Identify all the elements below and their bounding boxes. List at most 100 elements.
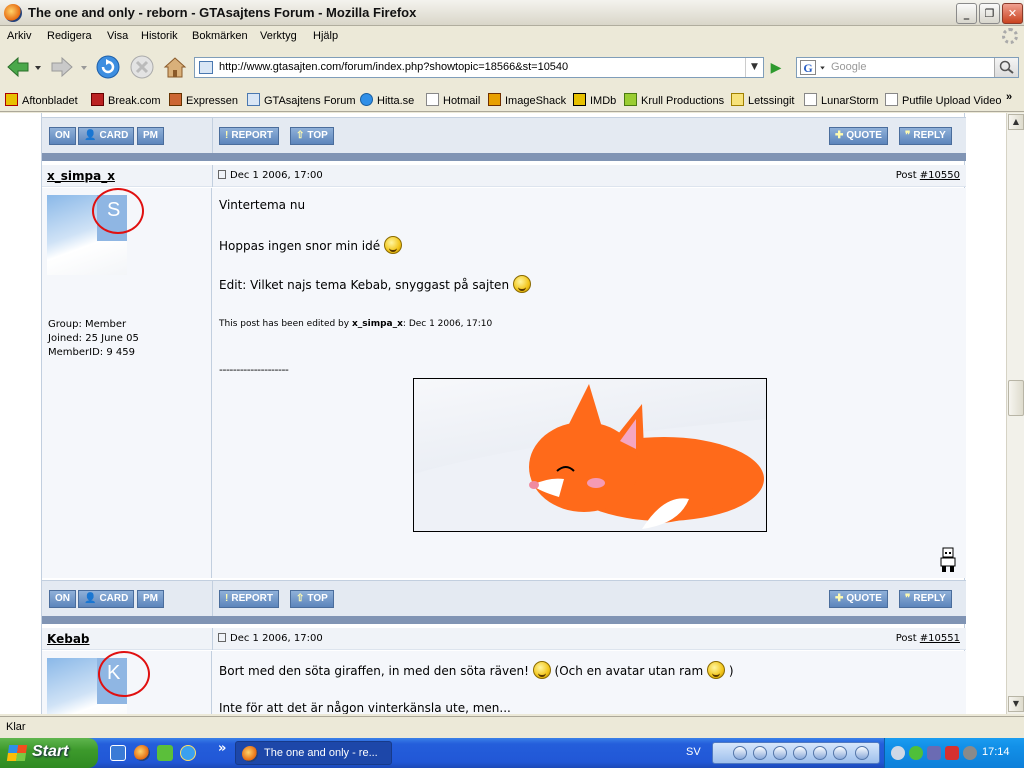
post-separator — [42, 153, 966, 161]
bookmark-hitta[interactable]: Hitta.se — [360, 93, 414, 107]
bookmark-gtasajten[interactable]: GTAsajtens Forum — [247, 93, 356, 107]
close-button[interactable]: ✕ — [1002, 3, 1023, 24]
page-icon — [426, 93, 439, 106]
post-number-link[interactable]: #10551 — [920, 633, 960, 644]
quote-button[interactable]: ✚ QUOTE — [829, 590, 888, 608]
media-stop-icon[interactable] — [773, 746, 787, 760]
scroll-thumb[interactable] — [1008, 380, 1024, 416]
go-button[interactable]: ▶ — [765, 58, 787, 78]
scroll-down-icon[interactable]: ▼ — [1008, 696, 1024, 712]
search-icon[interactable] — [994, 58, 1018, 77]
bookmark-break[interactable]: Break.com — [91, 93, 161, 107]
minimize-button[interactable]: _ — [956, 3, 977, 24]
top-button[interactable]: ⇧ TOP — [290, 127, 334, 145]
bookmark-hotmail[interactable]: Hotmail — [426, 93, 480, 107]
bookmark-aftonbladet[interactable]: Aftonbladet — [5, 93, 78, 107]
bookmark-putfile[interactable]: Putfile Upload Video — [885, 93, 1001, 107]
bookmarks-toolbar: Aftonbladet Break.com Expressen GTAsajte… — [0, 88, 1024, 112]
volume-icon[interactable] — [963, 746, 977, 760]
top-button[interactable]: ⇧ TOP — [290, 590, 334, 608]
bookmark-imdb[interactable]: IMDb — [573, 93, 616, 107]
post-actions-row: ON 👤 CARD PM ! REPORT ⇧ TOP ✚ QUOTE ❞ REPLY — [42, 117, 966, 156]
quicklaunch-overflow-chevron[interactable]: » — [218, 741, 226, 756]
post-text-line: Edit: Vilket najs tema Kebab, snyggast p… — [219, 275, 531, 293]
up-arrow-icon: ⇧ — [296, 130, 305, 141]
media-next-icon[interactable] — [813, 746, 827, 760]
bookmark-lunarstorm[interactable]: LunarStorm — [804, 93, 878, 107]
back-arrow-icon[interactable] — [4, 53, 32, 81]
media-restore-icon[interactable] — [855, 746, 869, 760]
reply-button[interactable]: ❞ REPLY — [899, 590, 952, 608]
post-author-link[interactable]: x_simpa_x — [47, 169, 115, 183]
menu-visa[interactable]: Visa — [107, 30, 128, 42]
menu-verktyg[interactable]: Verktyg — [260, 30, 297, 42]
post-text-line: Hoppas ingen snor min idé — [219, 236, 402, 254]
forward-arrow-icon[interactable] — [48, 53, 76, 81]
bookmark-letssingit[interactable]: Letssingit — [731, 93, 794, 107]
menu-redigera[interactable]: Redigera — [47, 30, 92, 42]
menu-historik[interactable]: Historik — [141, 30, 178, 42]
menu-hjalp[interactable]: Hjälp — [313, 30, 338, 42]
post-author-link[interactable]: Kebab — [47, 632, 90, 646]
pm-button[interactable]: PM — [137, 127, 164, 145]
post-actions-row: ON 👤 CARD PM ! REPORT ⇧ TOP ✚ QUOTE ❞ REPLY — [42, 580, 966, 619]
post-number: Post #10551 — [895, 633, 960, 644]
document-icon — [218, 633, 226, 642]
url-text[interactable]: http://www.gtasajten.com/forum/index.php… — [219, 61, 568, 73]
alert-icon: ! — [225, 130, 229, 141]
window-title: The one and only - reborn - GTAsajtens F… — [28, 5, 417, 20]
media-pause-icon[interactable] — [753, 746, 767, 760]
url-bar[interactable]: http://www.gtasajten.com/forum/index.php… — [194, 57, 764, 78]
reply-button[interactable]: ❞ REPLY — [899, 127, 952, 145]
online-button[interactable]: ON — [49, 127, 76, 145]
messenger-icon[interactable] — [157, 745, 173, 761]
post-body: S Group: Member Joined: 25 June 05 Membe… — [42, 188, 966, 578]
menu-bokmarken[interactable]: Bokmärken — [192, 30, 248, 42]
post-date: Dec 1 2006, 17:00 — [218, 633, 323, 644]
home-icon[interactable] — [161, 53, 189, 81]
tray-collapse-icon[interactable] — [891, 746, 905, 760]
search-engine-dropdown-icon[interactable] — [819, 65, 826, 71]
reload-icon[interactable] — [94, 53, 122, 81]
media-stop-icon[interactable] — [733, 746, 747, 760]
media-previous-icon[interactable] — [793, 746, 807, 760]
forward-dropdown-icon[interactable] — [80, 64, 88, 72]
windows-logo-icon — [6, 745, 28, 761]
post-number-link[interactable]: #10550 — [920, 170, 960, 181]
search-placeholder[interactable]: Google — [831, 61, 866, 73]
taskbar-firefox-window[interactable]: The one and only - re... — [235, 741, 392, 765]
media-volume-icon[interactable] — [833, 746, 847, 760]
menu-arkiv[interactable]: Arkiv — [7, 30, 31, 42]
messenger-status-icon[interactable] — [909, 746, 923, 760]
back-dropdown-icon[interactable] — [34, 64, 42, 72]
bookmark-krull[interactable]: Krull Productions — [624, 93, 724, 107]
network-icon[interactable] — [927, 746, 941, 760]
quote-button[interactable]: ✚ QUOTE — [829, 127, 888, 145]
search-box[interactable]: G Google — [796, 57, 1019, 78]
search-engine-icon[interactable]: G — [800, 60, 816, 75]
author-joined: Joined: 25 June 05 — [48, 333, 139, 344]
internet-explorer-icon[interactable] — [180, 745, 196, 761]
online-button[interactable]: ON — [49, 590, 76, 608]
report-button[interactable]: ! REPORT — [219, 127, 280, 145]
show-desktop-icon[interactable] — [110, 745, 126, 761]
gtasajten-icon — [247, 93, 260, 106]
bookmark-expressen[interactable]: Expressen — [169, 93, 238, 107]
maximize-button[interactable]: ❐ — [979, 3, 1000, 24]
antivirus-icon[interactable] — [945, 746, 959, 760]
vertical-scrollbar[interactable]: ▲ ▼ — [1006, 113, 1024, 714]
card-button[interactable]: 👤 CARD — [78, 127, 135, 145]
bookmarks-overflow-chevron[interactable]: » — [1006, 91, 1012, 103]
firefox-quicklaunch-icon[interactable] — [134, 745, 150, 761]
stop-icon[interactable] — [128, 53, 156, 81]
author-member-id: MemberID: 9 459 — [48, 347, 135, 358]
start-button[interactable]: Start — [0, 738, 98, 768]
report-button[interactable]: ! REPORT — [219, 590, 280, 608]
url-dropdown-icon[interactable]: ▼ — [745, 58, 763, 77]
scroll-up-icon[interactable]: ▲ — [1008, 114, 1024, 130]
card-button[interactable]: 👤 CARD — [78, 590, 135, 608]
post-number: Post #10550 — [895, 170, 960, 181]
bookmark-imageshack[interactable]: ImageShack — [488, 93, 566, 107]
language-indicator[interactable]: SV — [686, 746, 701, 758]
pm-button[interactable]: PM — [137, 590, 164, 608]
